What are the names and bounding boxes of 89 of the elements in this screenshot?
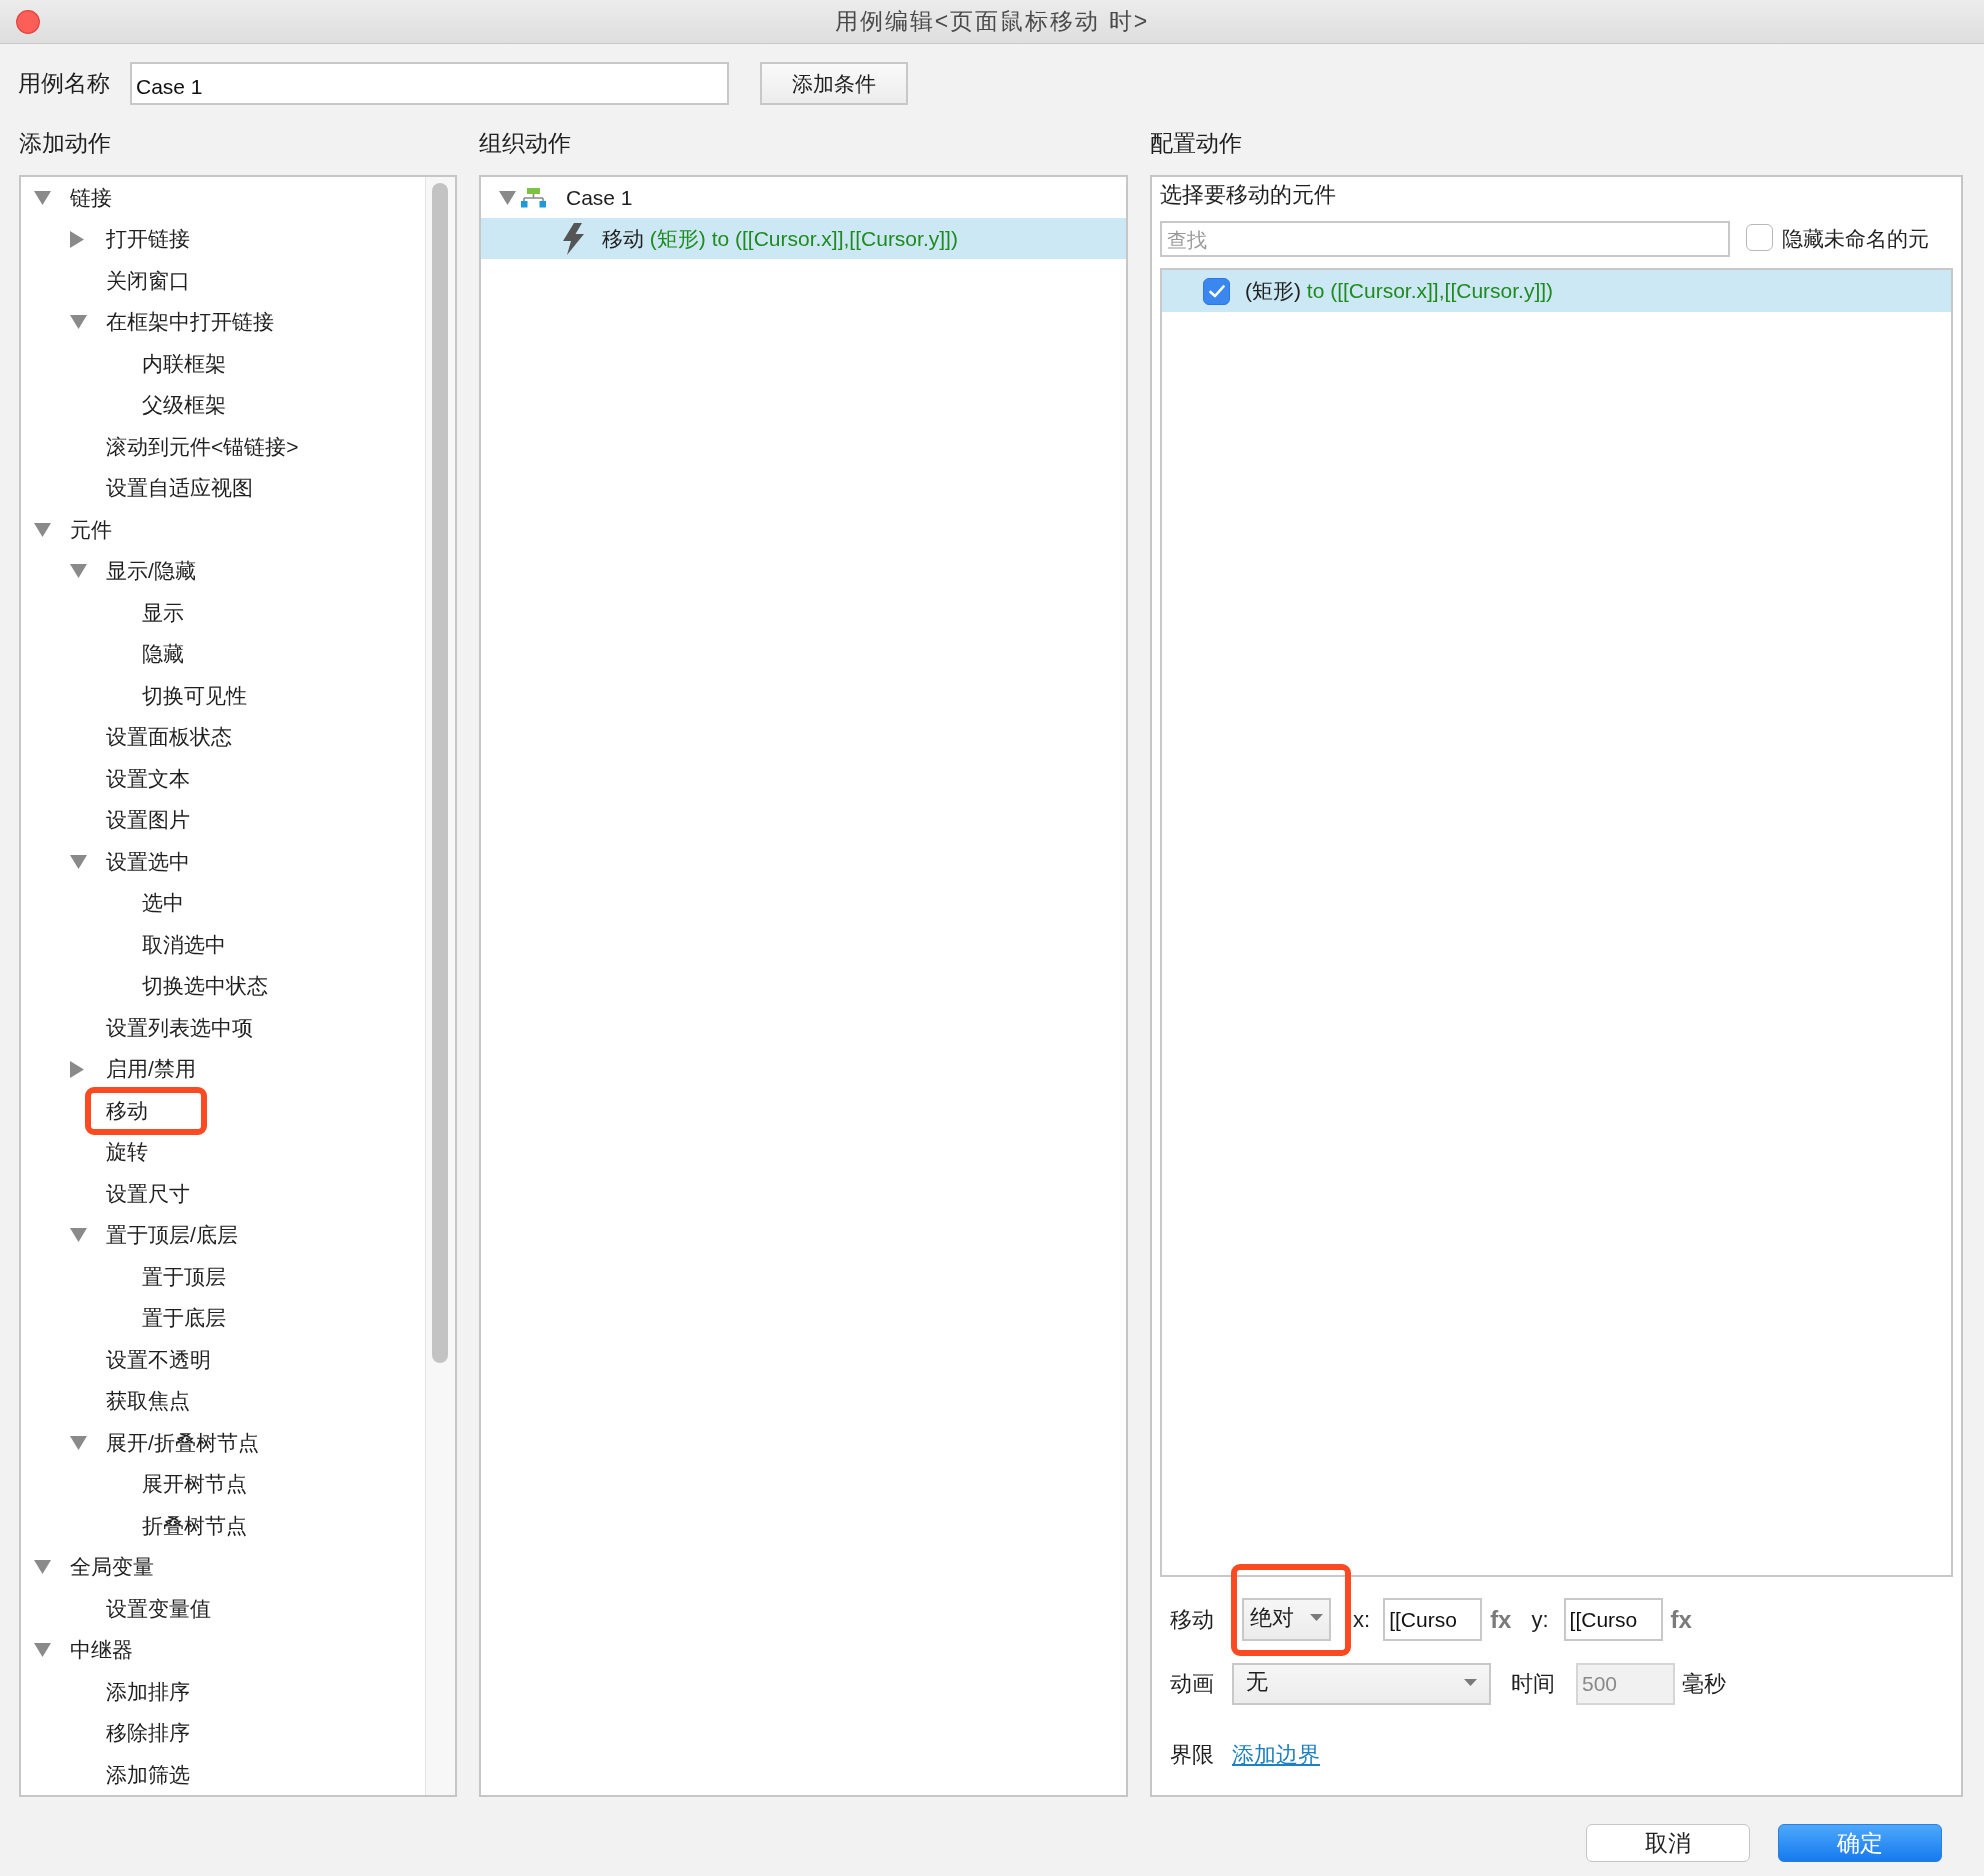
checkbox-label[interactable]: 隐藏未命名的元 — [1782, 225, 1929, 253]
animation-label: 动画 — [1169, 1670, 1215, 1698]
tree-item[interactable]: 添加排序 — [21, 1671, 425, 1713]
scrollbar-track[interactable] — [425, 177, 455, 1795]
time-label: 时间 — [1511, 1670, 1555, 1698]
tree-item[interactable]: 置于顶层 — [21, 1256, 425, 1298]
tree-item[interactable]: 移动 — [21, 1090, 425, 1132]
tree-item[interactable]: 旋转 — [21, 1131, 425, 1173]
tree-item[interactable]: 隐藏 — [21, 633, 425, 675]
add-condition-button[interactable]: 添加条件 — [760, 62, 908, 105]
tree-item[interactable]: 链接 — [21, 177, 425, 219]
close-icon[interactable] — [16, 10, 40, 34]
tree-item[interactable]: 获取焦点 — [21, 1380, 425, 1422]
tree-item[interactable]: 内联框架 — [21, 343, 425, 385]
scrollbar-thumb[interactable] — [432, 183, 448, 1363]
tree-item[interactable]: 滚动到元件<锚链接> — [21, 426, 425, 468]
unit-label: 毫秒 — [1682, 1670, 1726, 1698]
search-field[interactable]: 查找 — [1160, 221, 1730, 257]
checkbox[interactable] — [1203, 277, 1230, 305]
tree-item[interactable]: 切换可见性 — [21, 675, 425, 717]
y-label: y: — [1531, 1606, 1549, 1633]
action-item[interactable]: 移动 (矩形) to ([[Cursor.x]],[[Cursor.y]]) — [481, 218, 1126, 259]
widget-item[interactable]: (矩形) to ([[Cursor.x]],[[Cursor.y]]) — [1162, 270, 1951, 312]
tree-item[interactable]: 切换选中状态 — [21, 965, 425, 1007]
tree-item[interactable]: 在框架中打开链接 — [21, 301, 425, 343]
tree-item[interactable]: 置于顶层/底层 — [21, 1214, 425, 1256]
tree-item[interactable]: 打开链接 — [21, 218, 425, 260]
tree-item[interactable]: 设置面板状态 — [21, 716, 425, 758]
tree-item[interactable]: 设置不透明 — [21, 1339, 425, 1381]
tree-item[interactable]: 展开树节点 — [21, 1463, 425, 1505]
tree-item[interactable]: 中继器 — [21, 1629, 425, 1671]
move-mode-dropdown[interactable]: 绝对 — [1242, 1598, 1331, 1641]
y-field[interactable]: [[Curso — [1563, 1598, 1663, 1641]
down-triangle-icon[interactable] — [70, 854, 87, 869]
checkbox[interactable] — [1746, 223, 1773, 251]
case-item[interactable]: Case 1 — [481, 177, 1126, 218]
bounds-label: 界限 — [1169, 1741, 1215, 1769]
tree-item[interactable]: 设置尺寸 — [21, 1173, 425, 1215]
check-icon — [1208, 284, 1225, 298]
down-triangle-icon[interactable] — [70, 1228, 87, 1243]
down-triangle-icon[interactable] — [34, 1560, 51, 1575]
case-name-label: 用例名称 — [18, 69, 111, 98]
section-heading: 组织动作 — [479, 130, 572, 156]
tree-item[interactable]: 展开/折叠树节点 — [21, 1422, 425, 1464]
right-triangle-icon[interactable] — [70, 1060, 84, 1078]
cancel-button[interactable]: 取消 — [1586, 1824, 1750, 1862]
animation-dropdown[interactable]: 无 — [1232, 1663, 1491, 1705]
lightning-icon — [561, 222, 586, 255]
down-triangle-icon[interactable] — [34, 522, 51, 537]
tree-item[interactable]: 移除排序 — [21, 1712, 425, 1754]
tree-item[interactable]: 设置列表选中项 — [21, 1007, 425, 1049]
right-triangle-icon[interactable] — [70, 230, 84, 248]
section-heading: 添加动作 — [19, 130, 112, 156]
tree-item[interactable]: 设置选中 — [21, 841, 425, 883]
hierarchy-icon — [521, 187, 546, 208]
window-title: 用例编辑<页面鼠标移动 时> — [834, 7, 1150, 36]
tree-item[interactable]: 添加筛选 — [21, 1754, 425, 1795]
tree-item[interactable]: 置于底层 — [21, 1297, 425, 1339]
x-label: x: — [1353, 1606, 1371, 1633]
x-field[interactable]: [[Curso — [1383, 1598, 1483, 1641]
section-heading: 配置动作 — [1150, 130, 1243, 156]
fx-button[interactable]: fx — [1490, 1605, 1512, 1634]
tree-item[interactable]: 取消选中 — [21, 924, 425, 966]
tree-item[interactable]: 设置自适应视图 — [21, 467, 425, 509]
widget-select-heading: 选择要移动的元件 — [1160, 181, 1337, 209]
tree-item[interactable]: 设置变量值 — [21, 1588, 425, 1630]
tree-item[interactable]: 设置图片 — [21, 799, 425, 841]
down-triangle-icon[interactable] — [70, 315, 87, 330]
tree-item[interactable]: 设置文本 — [21, 758, 425, 800]
tree-item[interactable]: 启用/禁用 — [21, 1048, 425, 1090]
tree-item[interactable]: 显示/隐藏 — [21, 550, 425, 592]
down-triangle-icon[interactable] — [70, 1435, 87, 1450]
caret-icon — [1464, 1678, 1477, 1686]
caret-icon — [1310, 1614, 1323, 1621]
tree-item[interactable]: 父级框架 — [21, 384, 425, 426]
tree-item[interactable]: 选中 — [21, 882, 425, 924]
fx-button[interactable]: fx — [1670, 1605, 1692, 1634]
down-triangle-icon[interactable] — [34, 190, 51, 205]
tree-item[interactable]: 关闭窗口 — [21, 260, 425, 302]
tree-item[interactable]: 折叠树节点 — [21, 1505, 425, 1547]
case-name-field[interactable]: Case 1 — [130, 62, 729, 105]
down-triangle-icon[interactable] — [499, 190, 516, 205]
tree-item[interactable]: 显示 — [21, 592, 425, 634]
tree-item[interactable]: 元件 — [21, 509, 425, 551]
add-bounds-link[interactable]: 添加边界 — [1232, 1740, 1320, 1770]
down-triangle-icon[interactable] — [34, 1643, 51, 1658]
down-triangle-icon[interactable] — [70, 564, 87, 579]
tree-item[interactable]: 全局变量 — [21, 1546, 425, 1588]
move-label: 移动 — [1169, 1605, 1215, 1634]
